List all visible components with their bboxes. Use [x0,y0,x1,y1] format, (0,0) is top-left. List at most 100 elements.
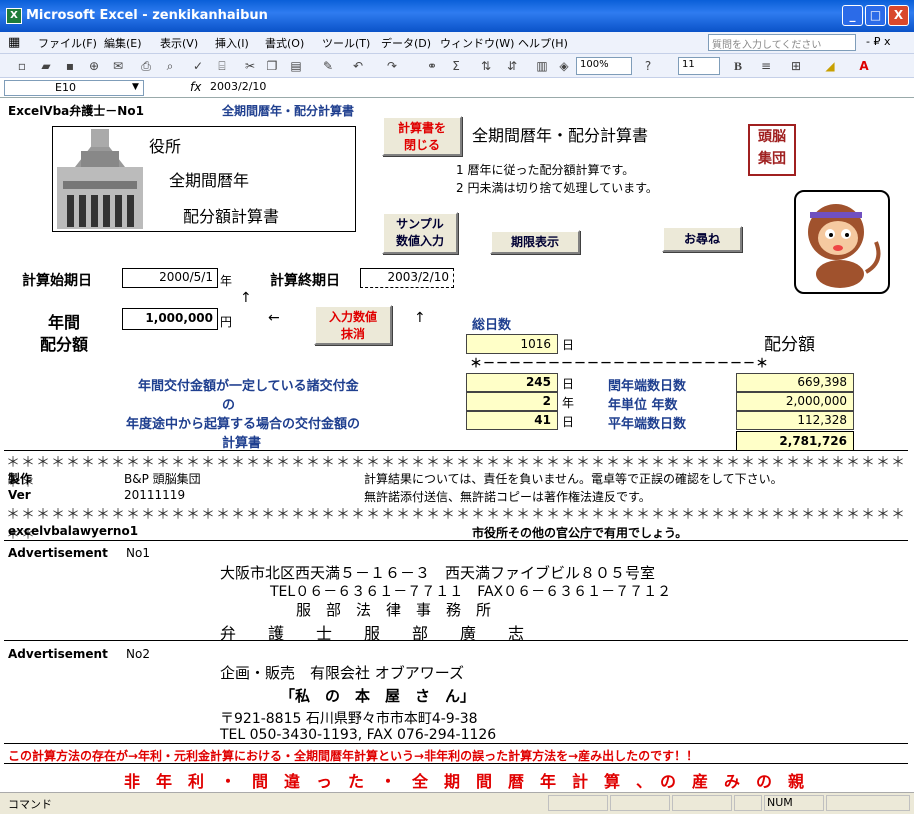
sort-asc-icon[interactable]: ⇅ [478,58,494,74]
header-title: 全期間暦年・配分計算書 [222,104,355,118]
desc-1: 年間交付金額が一定している諸交付金 [138,379,359,394]
status-cell-2 [610,795,670,811]
excel-icon: X [6,8,22,24]
monkey-icon [808,204,881,288]
menu-edit[interactable]: 編集(E) [104,35,142,51]
made-value: B&P 頭脳集団 [124,472,201,486]
day-unit-1: 日 [562,377,575,391]
divider-2 [4,540,908,541]
main-title: 全期間暦年・配分計算書 [472,126,649,145]
window-title: Microsoft Excel - zenkikanhaibun [26,8,268,23]
menu-insert[interactable]: 挿入(I) [215,35,249,51]
building-l3: 配分額計算書 [183,207,280,226]
brain-group-logo: 頭脳 集団 [748,124,796,176]
help-icon[interactable]: ? [640,58,656,74]
bold-button[interactable]: B [730,58,746,74]
font-size-select[interactable]: 11 [678,57,720,75]
end-date-input[interactable]: 2003/2/10 [360,268,454,288]
status-cell-4 [734,795,762,811]
close-sheet-button[interactable]: 計算書を 閉じる [382,116,462,156]
menu-data[interactable]: データ(D) [381,35,431,51]
help-search-input[interactable]: 質問を入力してください [708,34,856,51]
print-icon[interactable]: ⎙ [138,58,154,74]
open-icon[interactable]: ▰ [38,58,54,74]
maximize-button[interactable]: □ [865,5,886,26]
font-color-icon[interactable]: A [856,58,872,74]
doc-window-controls[interactable]: - ₽ x [866,35,890,48]
status-mode: コマンド [8,798,52,811]
research-icon[interactable]: ⌸ [214,58,230,74]
leap-amount: 669,398 [736,373,854,392]
name-box[interactable]: E10 [4,80,144,96]
building-label: 役所 [149,137,182,156]
divider-5 [4,763,908,764]
menu-format[interactable]: 書式(O) [265,35,304,51]
close-button[interactable]: X [888,5,909,26]
header-id: ExcelVba弁護士－No1 [8,104,144,118]
start-date-input[interactable]: 2000/5/1 [122,268,218,288]
ad2-address: 〒921-8815 石川県野々市市本町4-9-38 [220,711,478,727]
minimize-button[interactable]: _ [842,5,863,26]
copy-icon[interactable]: ❐ [264,58,280,74]
menu-tools[interactable]: ツール(T) [322,35,370,51]
menu-file[interactable]: ファイル(F) [38,35,97,51]
clear-input-button[interactable]: 入力数値 抹消 [314,305,392,345]
arrow-up-icon: ↑ [240,290,252,306]
disclaimer-1: 計算結果については、責任を負いません。電卓等で正誤の確認をして下さい。 [364,472,783,486]
permission-icon[interactable]: ⊕ [86,58,102,74]
sample-input-button[interactable]: サンプル 数値入力 [382,212,458,254]
save-icon[interactable]: ▪ [62,58,78,74]
footer-note: 市役所その他の官公庁で有用でしょう。 [472,526,688,540]
chart-icon[interactable]: ▥ [534,58,550,74]
spelling-icon[interactable]: ✓ [190,58,206,74]
hyperlink-icon[interactable]: ⚭ [424,58,440,74]
menu-window[interactable]: ウィンドウ(W) [440,35,514,51]
menu-help[interactable]: ヘルプ(H) [518,35,568,51]
year-unit: 年 [220,274,233,288]
paste-icon[interactable]: ▤ [288,58,304,74]
arrow-up-icon-2: ↑ [414,310,426,326]
drawing-icon[interactable]: ◈ [556,58,572,74]
autosum-icon[interactable]: Σ [448,58,464,74]
sort-desc-icon[interactable]: ⇵ [504,58,520,74]
start-date-label: 計算始期日 [22,273,92,289]
ad1-address: 大阪市北区西天満５－１６－３ 西天満ファイブビル８０５号室 [220,564,656,582]
divider-3 [4,640,908,641]
ad2-no: No2 [126,647,150,661]
undo-icon[interactable]: ↶ [350,58,366,74]
ad1-label: Advertisement [8,546,108,560]
star-divider: ＊－－－－－－－－－－－－－－－－－－－－－＊ [470,356,770,370]
footer-id: excelvbalawyerno1 [8,524,139,538]
preview-icon[interactable]: ⌕ [162,58,178,74]
email-icon[interactable]: ✉ [110,58,126,74]
end-date-label: 計算終期日 [270,273,340,289]
ver-label: Ver [8,488,31,502]
star-row-2: ＊＊＊＊＊＊＊＊＊＊＊＊＊＊＊＊＊＊＊＊＊＊＊＊＊＊＊＊＊＊＊＊＊＊＊＊＊＊＊＊… [6,507,906,543]
formula-input[interactable]: 2003/2/10 [210,80,266,93]
fill-color-icon[interactable]: ◢ [822,58,838,74]
inquiry-button[interactable]: お尋ね [662,226,742,252]
monkey-mascot-panel [794,190,890,294]
borders-icon[interactable]: ⊞ [788,58,804,74]
ad1-no: No1 [126,546,150,560]
new-icon[interactable]: ▫ [14,58,30,74]
building-l2: 全期間暦年 [169,171,250,190]
status-cell-5 [826,795,910,811]
desc-4: 計算書 [222,436,262,451]
ver-value: 20111119 [124,488,186,502]
normal-amount: 112,328 [736,411,854,430]
annual-amount-input[interactable]: 1,000,000 [122,308,218,330]
redo-icon[interactable]: ↷ [384,58,400,74]
menu-view[interactable]: 表示(V) [160,35,198,51]
format-painter-icon[interactable]: ✎ [320,58,336,74]
chevron-down-icon[interactable]: ▼ [132,82,139,92]
align-icon[interactable]: ≡ [758,58,774,74]
allocation-header: 配分額 [764,335,815,355]
fx-icon[interactable]: fx [190,80,201,94]
term-display-button[interactable]: 期限表示 [490,230,580,254]
status-cell-1 [548,795,608,811]
cut-icon[interactable]: ✂ [242,58,258,74]
zoom-select[interactable]: 100% [576,57,632,75]
made-label: 製作 [8,472,33,486]
ad2-company: 企画・販売 有限会社 オブアワーズ [220,664,465,682]
